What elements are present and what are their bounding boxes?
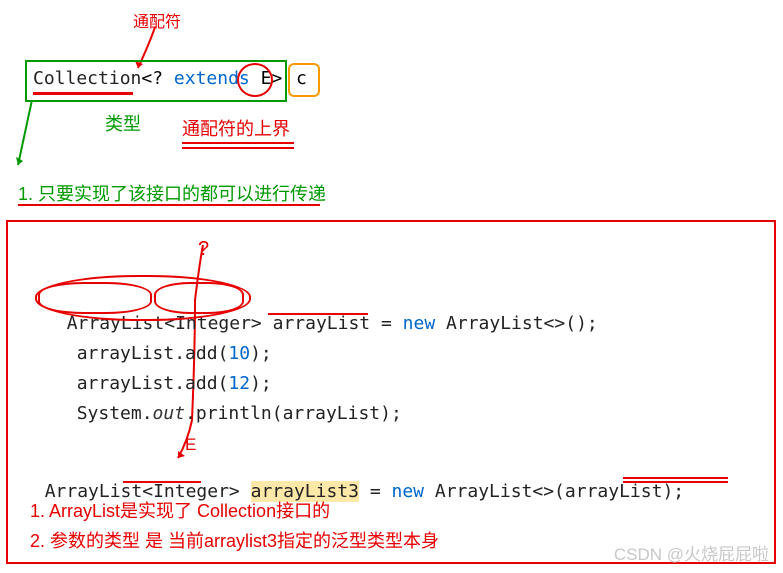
ul-arraylist-arg xyxy=(623,481,728,483)
type-label: 类型 xyxy=(105,110,141,136)
ul-integer-l5 xyxy=(123,481,201,483)
l1-new: new xyxy=(403,313,436,334)
lt: < xyxy=(141,68,152,89)
gt: > xyxy=(271,68,282,89)
question-scribble: ? xyxy=(198,238,209,261)
underline-collection xyxy=(33,92,133,95)
l4-out: out xyxy=(153,403,186,424)
l5-c: = xyxy=(359,481,392,502)
ul-arraylist-var xyxy=(268,313,368,315)
l5-e: ); xyxy=(662,481,684,502)
note-1: 1. ArrayList是实现了 Collection接口的 xyxy=(30,497,330,523)
wildcard-q: ? xyxy=(152,68,163,89)
l5-arg: arrayList xyxy=(565,481,663,502)
l1-var: arrayList xyxy=(273,313,371,334)
e-circle xyxy=(237,63,273,97)
point-1: 1. 只要实现了该接口的都可以进行传递 xyxy=(18,180,326,206)
c-param: c xyxy=(296,68,307,89)
dbl-ul1 xyxy=(182,142,294,144)
e-annotation: E xyxy=(185,435,196,455)
note-2: 2. 参数的类型 是 当前arraylist3指定的泛型类型本身 xyxy=(30,527,439,553)
point1-underline xyxy=(18,204,320,206)
l5-d: ArrayList<>( xyxy=(424,481,565,502)
l4-b: .println(arrayList); xyxy=(185,403,402,424)
l1-tail: ArrayList<>(); xyxy=(435,313,598,334)
wildcard-annotation: 通配符 xyxy=(133,8,181,32)
dbl-ul2 xyxy=(182,147,294,149)
code-line-4: System.out.println(arrayList); xyxy=(55,382,402,424)
l5-new: new xyxy=(392,481,425,502)
circle-full-decl xyxy=(35,275,251,321)
l4-a: System. xyxy=(77,403,153,424)
ul-arraylist-arg-2 xyxy=(623,477,728,479)
collection-class: Collection xyxy=(33,68,141,89)
upper-bound-label: 通配符的上界 xyxy=(182,115,290,141)
l1-eq: = xyxy=(370,313,403,334)
